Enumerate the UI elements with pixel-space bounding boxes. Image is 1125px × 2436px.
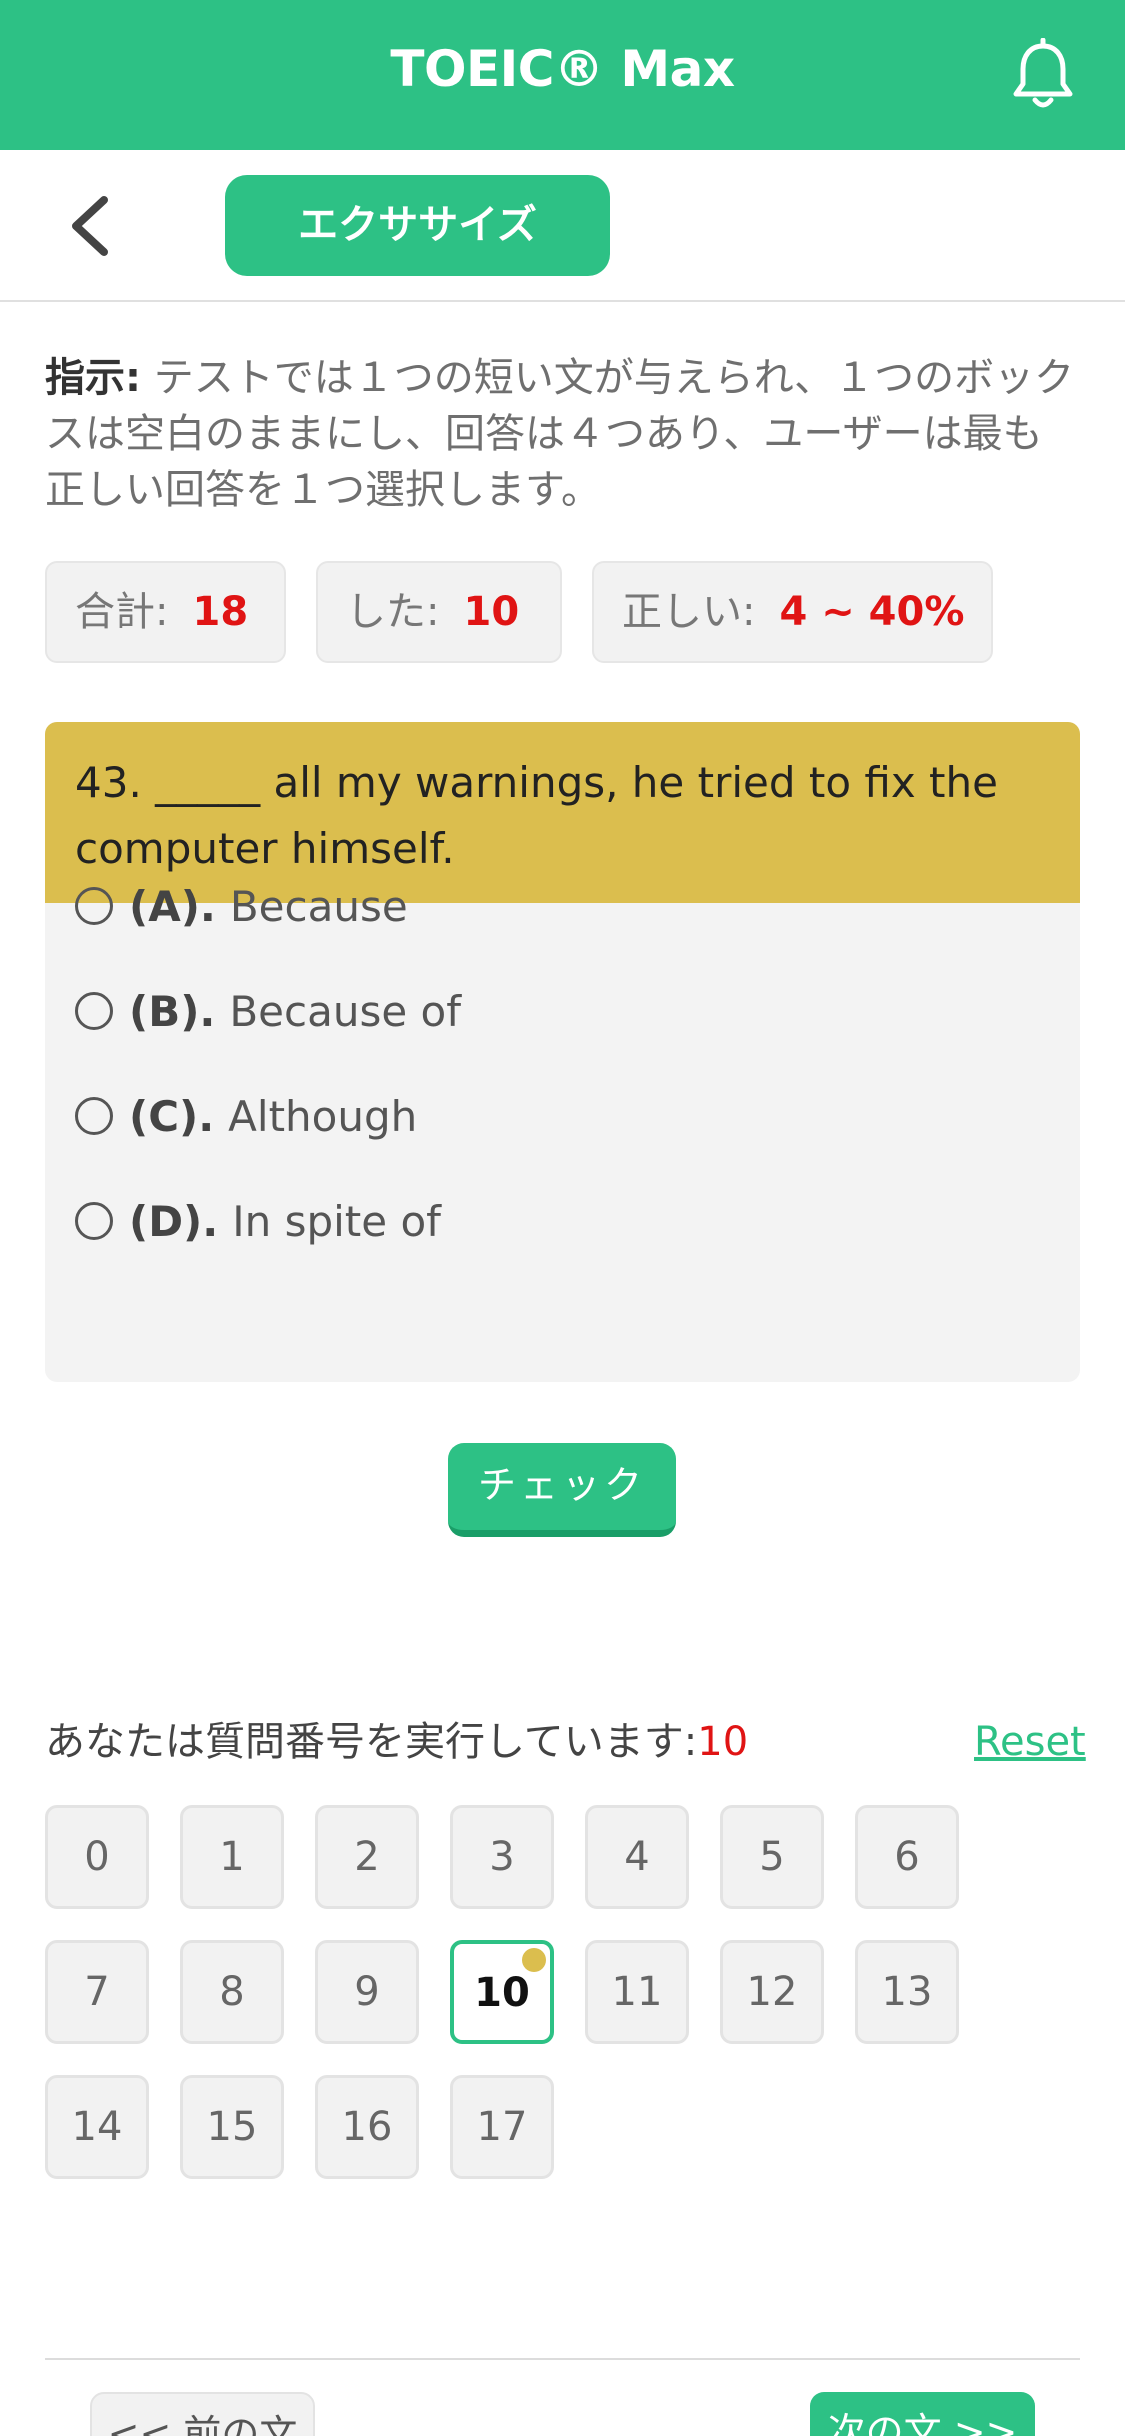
option-text: In spite of	[232, 1197, 441, 1246]
question-number-14[interactable]: 14	[45, 2075, 149, 2179]
radio-button[interactable]	[75, 1201, 113, 1240]
radio-button[interactable]	[75, 1096, 113, 1135]
check-button[interactable]: チェック	[448, 1443, 676, 1537]
question-number-7[interactable]: 7	[45, 1940, 149, 2044]
option-text: Although	[228, 1092, 418, 1141]
radio-button[interactable]	[75, 886, 113, 925]
prev-sentence-button[interactable]: << 前の文	[90, 2392, 315, 2436]
stat-correct: 正しい: 4 ~ 40%	[592, 561, 993, 663]
question-number-1[interactable]: 1	[180, 1805, 284, 1909]
footer-divider	[45, 2358, 1080, 2360]
question-number-11[interactable]: 11	[585, 1940, 689, 2044]
stat-correct-value: 4 ~ 40%	[779, 589, 965, 635]
question-number-4[interactable]: 4	[585, 1805, 689, 1909]
question-number-9[interactable]: 9	[315, 1940, 419, 2044]
question-number-16[interactable]: 16	[315, 2075, 419, 2179]
option-c[interactable]: (C). Although	[75, 1082, 417, 1152]
radio-button[interactable]	[75, 991, 113, 1030]
stat-total-value: 18	[192, 589, 249, 635]
option-key: (B).	[129, 987, 216, 1036]
option-a[interactable]: (A). Because	[75, 872, 408, 942]
stat-total-label: 合計:	[75, 589, 169, 635]
progress-label-text: あなたは質問番号を実行しています:	[45, 1719, 698, 1765]
instruction-label: 指示:	[45, 355, 141, 401]
question-number-6[interactable]: 6	[855, 1805, 959, 1909]
question-number-2[interactable]: 2	[315, 1805, 419, 1909]
stat-done: した: 10	[316, 561, 562, 663]
question-number-15[interactable]: 15	[180, 2075, 284, 2179]
stat-correct-label: 正しい:	[622, 589, 756, 635]
current-question-number: 10	[697, 1719, 749, 1765]
option-key: (A).	[129, 882, 216, 931]
question-number-3[interactable]: 3	[450, 1805, 554, 1909]
stat-done-value: 10	[463, 589, 520, 635]
next-sentence-button[interactable]: 次の文 >>	[810, 2392, 1035, 2436]
progress-label: あなたは質問番号を実行しています:10	[45, 1712, 748, 1772]
instruction-text: 指示: テストでは１つの短い文が与えられ、１つのボックスは空白のままにし、回答は…	[45, 350, 1075, 518]
option-text: Because	[229, 882, 408, 931]
stat-total: 合計: 18	[45, 561, 286, 663]
instruction-body: テストでは１つの短い文が与えられ、１つのボックスは空白のままにし、回答は４つあり…	[45, 355, 1075, 513]
question-number-13[interactable]: 13	[855, 1940, 959, 2044]
option-d[interactable]: (D). In spite of	[75, 1187, 441, 1257]
question-number-8[interactable]: 8	[180, 1940, 284, 2044]
bell-icon[interactable]	[1008, 38, 1078, 112]
app-title: TOEIC® Max	[390, 40, 735, 98]
reset-link[interactable]: Reset	[974, 1712, 1086, 1772]
question-number-17[interactable]: 17	[450, 2075, 554, 2179]
option-b[interactable]: (B). Because of	[75, 977, 461, 1047]
option-key: (D).	[129, 1197, 219, 1246]
sub-header: エクササイズ	[0, 150, 1125, 302]
option-text: Because of	[229, 987, 462, 1036]
chevron-left-icon[interactable]	[66, 194, 116, 258]
app-header: TOEIC® Max	[0, 0, 1125, 150]
tab-exercise[interactable]: エクササイズ	[225, 175, 610, 276]
question-number-12[interactable]: 12	[720, 1940, 824, 2044]
question-card: 43. _____ all my warnings, he tried to f…	[45, 722, 1080, 1382]
question-number-10[interactable]: 10	[450, 1940, 554, 2044]
question-number-5[interactable]: 5	[720, 1805, 824, 1909]
option-key: (C).	[129, 1092, 215, 1141]
question-number-0[interactable]: 0	[45, 1805, 149, 1909]
stat-done-label: した:	[346, 589, 440, 635]
question-number-10-label: 10	[474, 1970, 530, 2016]
current-indicator-dot	[522, 1948, 546, 1972]
